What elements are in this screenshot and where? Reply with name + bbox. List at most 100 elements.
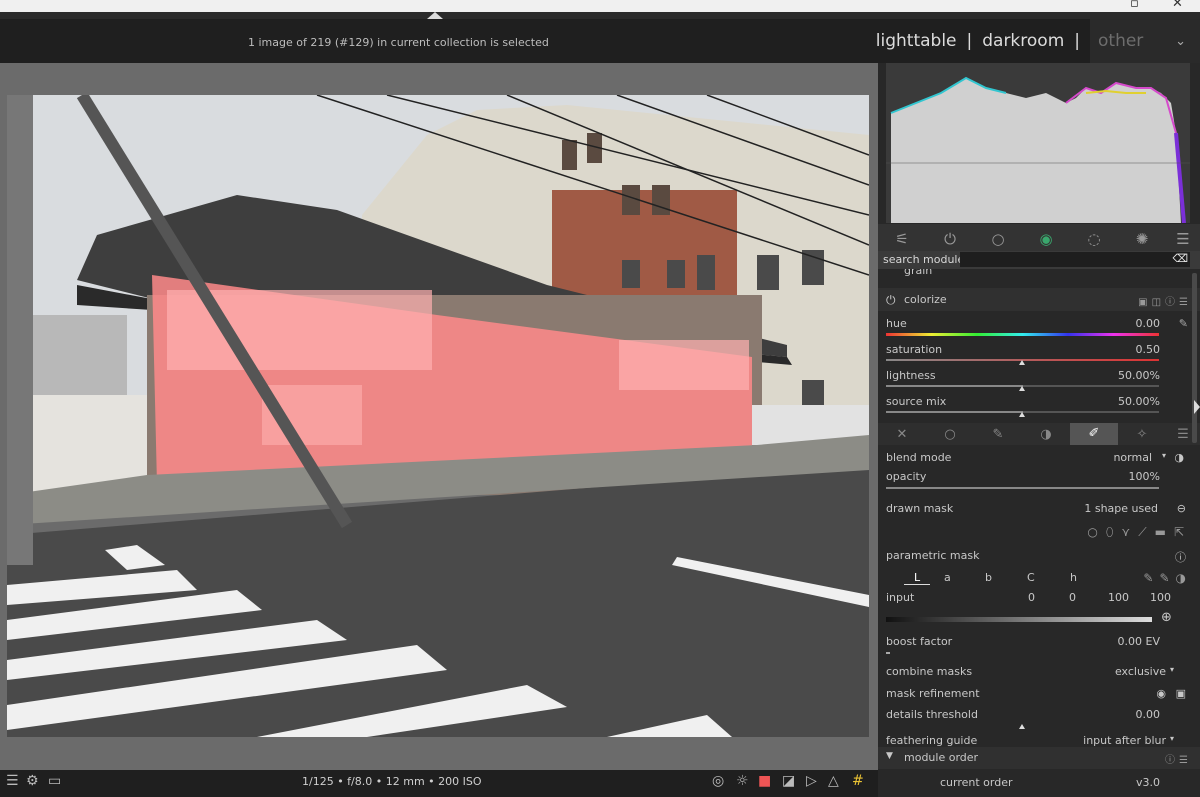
mask-display-icon[interactable]: ▣ xyxy=(1176,687,1186,700)
view-switcher: lighttable | darkroom | other ⌄ xyxy=(876,19,1200,63)
slider-marker[interactable] xyxy=(1019,412,1025,417)
dropdown-arrow-icon: ▾ xyxy=(1161,451,1166,460)
slider-marker[interactable] xyxy=(1019,360,1025,365)
photo-preview[interactable] xyxy=(7,95,869,737)
clear-search-icon[interactable]: ⌫ xyxy=(1172,252,1188,265)
drawn-mask-label: drawn mask xyxy=(886,502,954,515)
search-module-row: search module ⌫ xyxy=(878,251,1200,269)
selection-status: 1 image of 219 (#129) in current collect… xyxy=(248,36,549,49)
slider-label: saturation xyxy=(886,343,943,356)
correct-modules-icon[interactable]: ◌ xyxy=(1070,230,1118,248)
slider-value: 0.50 xyxy=(1135,343,1161,356)
slider-value: 50.00% xyxy=(1118,369,1160,382)
opacity-label: opacity xyxy=(886,470,927,483)
slider-track xyxy=(886,652,890,654)
search-input[interactable] xyxy=(960,252,1190,267)
module-order-title: module order xyxy=(904,751,979,764)
grain-module-header[interactable]: grain xyxy=(878,269,1200,279)
presets-menu-icon[interactable]: ☰ xyxy=(1166,230,1200,248)
channel-tab-h[interactable]: h xyxy=(1070,571,1077,584)
channel-tab-a[interactable]: a xyxy=(944,571,951,584)
display-icon[interactable]: ▭ xyxy=(48,773,61,789)
header-bar: 1 image of 219 (#129) in current collect… xyxy=(0,19,1200,63)
guides-icon[interactable]: # xyxy=(852,773,864,789)
view-lighttable[interactable]: lighttable xyxy=(876,31,957,51)
close-icon[interactable]: ✕ xyxy=(1172,0,1183,11)
effect-modules-icon[interactable]: ✺ xyxy=(1118,230,1166,248)
histogram[interactable] xyxy=(886,63,1190,223)
photo-scene xyxy=(7,95,869,737)
histogram-graph xyxy=(886,76,1190,223)
active-modules-icon[interactable]: ⏻ xyxy=(926,230,974,248)
boost-factor-slider[interactable]: boost factor 0.00 EV xyxy=(878,635,1200,657)
parametric-mask-icon[interactable]: ◑ xyxy=(1022,427,1070,442)
input-gradient-slider[interactable] xyxy=(886,617,1152,622)
softproof-icon[interactable]: ■ xyxy=(758,773,771,789)
combine-value: exclusive xyxy=(1114,665,1166,678)
channel-tab-c[interactable]: C xyxy=(1027,571,1035,584)
module-group-tabs: ⚟ ⏻ ○ ◉ ◌ ✺ ☰ xyxy=(878,224,1200,254)
info-icon[interactable]: ⓘ xyxy=(1175,549,1186,565)
base-modules-icon[interactable]: ○ xyxy=(974,230,1022,248)
gamut-icon[interactable]: ◪ xyxy=(782,773,795,789)
shape-tools-icons[interactable]: ○⬯⋎⟋▬⇱ xyxy=(1087,525,1192,540)
opacity-slider[interactable]: opacity 100% xyxy=(878,470,1200,492)
search-label: search module xyxy=(883,253,965,266)
slider-label: source mix xyxy=(886,395,947,408)
feathering-label: feathering guide xyxy=(886,734,978,746)
mask-picker-icons[interactable]: ✎✎◑ xyxy=(1143,571,1192,585)
quick-access-icon[interactable]: ⚟ xyxy=(878,230,926,248)
module-header-icons[interactable]: ⓘ☰ xyxy=(1165,751,1192,766)
color-modules-icon[interactable]: ◉ xyxy=(1022,230,1070,248)
saturation-slider[interactable]: saturation 0.50 xyxy=(878,343,1200,365)
bulb-icon[interactable]: ☼ xyxy=(736,773,749,789)
drawn-parametric-mask-icon[interactable]: ✐ xyxy=(1070,423,1118,445)
module-order-header[interactable]: ▼ module order ⓘ☰ xyxy=(878,747,1200,769)
picker-icon[interactable]: ✎ xyxy=(1179,317,1188,330)
dropdown-arrow-icon: ▾ xyxy=(1169,665,1174,674)
overexposed-icon[interactable]: ▷ xyxy=(806,773,817,789)
boost-value: 0.00 EV xyxy=(1117,635,1160,648)
hue-slider[interactable]: hue 0.00 ✎ xyxy=(878,317,1200,339)
drawn-mask-icon[interactable]: ✎ xyxy=(974,427,1022,442)
slider-marker[interactable] xyxy=(1019,724,1025,729)
feathering-guide-row[interactable]: feathering guide input after blur ▾ xyxy=(878,734,1200,746)
raster-mask-icon[interactable]: ✧ xyxy=(1118,427,1166,442)
channel-tab-l[interactable]: L xyxy=(904,571,931,585)
slider-label: lightness xyxy=(886,369,936,382)
top-panel-toggle-icon[interactable] xyxy=(427,12,443,19)
warning-icon[interactable]: △ xyxy=(828,773,839,789)
slider-value: 0.00 xyxy=(1135,317,1161,330)
remove-mask-icon[interactable]: ⊖ xyxy=(1177,502,1186,515)
blend-uniform-icon[interactable]: ○ xyxy=(926,427,974,442)
window-title-strip: ▫ ✕ xyxy=(0,0,1200,12)
restore-icon[interactable]: ▫ xyxy=(1130,0,1139,11)
view-separator: | xyxy=(1074,31,1080,51)
feathering-value: input after blur xyxy=(1083,734,1166,746)
colorize-module-header[interactable]: ⏻ colorize ▣◫ⓘ☰ xyxy=(878,288,1200,311)
details-threshold-slider[interactable]: details threshold 0.00 xyxy=(878,708,1200,730)
lightness-slider[interactable]: lightness 50.00% xyxy=(878,369,1200,391)
module-header-icons[interactable]: ▣◫ⓘ☰ xyxy=(1138,293,1192,308)
combine-label: combine masks xyxy=(886,665,973,678)
add-icon[interactable]: ⊕ xyxy=(1161,610,1172,625)
blend-off-icon[interactable]: ✕ xyxy=(878,427,926,442)
power-icon[interactable]: ⏻ xyxy=(886,293,896,308)
right-panel-toggle-icon[interactable] xyxy=(1194,400,1200,414)
channel-tab-b[interactable]: b xyxy=(985,571,992,584)
focus-peaking-icon[interactable]: ◎ xyxy=(712,773,724,789)
refinement-label: mask refinement xyxy=(886,687,980,700)
reverse-icon[interactable]: ◑ xyxy=(1174,451,1184,464)
slider-marker[interactable] xyxy=(1019,386,1025,391)
view-darkroom[interactable]: darkroom xyxy=(982,31,1064,51)
image-canvas[interactable] xyxy=(0,63,878,770)
menu-icon[interactable]: ☰ xyxy=(6,773,19,789)
source-mix-slider[interactable]: source mix 50.00% xyxy=(878,395,1200,417)
show-mask-icon[interactable]: ◉ xyxy=(1156,687,1166,700)
panel-scrollbar[interactable] xyxy=(1192,273,1197,443)
opacity-value: 100% xyxy=(1128,470,1160,483)
view-other-dropdown[interactable]: other ⌄ xyxy=(1090,19,1200,63)
filmstrip-bar: ☰ ⚙ ▭ 1/125 • f/8.0 • 12 mm • 200 ISO ◎ … xyxy=(0,770,878,797)
presets-icon[interactable]: ⚙ xyxy=(26,773,39,789)
collapse-icon: ▼ xyxy=(886,751,893,761)
